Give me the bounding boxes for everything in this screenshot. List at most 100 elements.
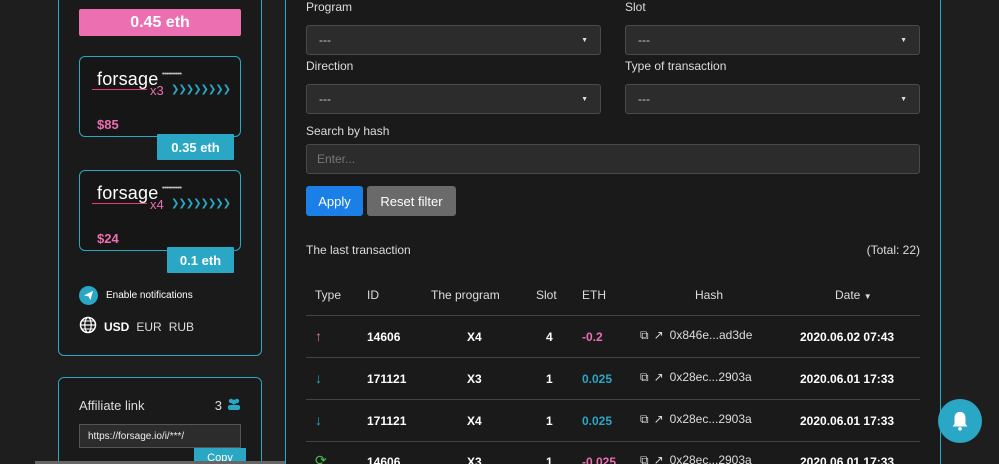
telegram-icon xyxy=(79,286,98,305)
program-multiplier: x4 xyxy=(150,197,164,212)
type-select[interactable]: --- ▼ xyxy=(625,84,920,114)
direction-down-icon: ↓ xyxy=(315,412,322,428)
currency-usd[interactable]: USD xyxy=(104,320,129,334)
bell-icon xyxy=(952,411,968,431)
row-date: 2020.06.02 07:43 xyxy=(800,330,895,344)
enable-notifications[interactable]: Enable notifications xyxy=(79,286,193,305)
notifications-label: Enable notifications xyxy=(106,290,193,301)
row-date: 2020.06.01 17:33 xyxy=(800,455,895,464)
row-hash-value[interactable]: 0x846e...ad3de xyxy=(670,328,753,342)
row-slot: 1 xyxy=(546,455,553,464)
direction-select[interactable]: --- ▼ xyxy=(306,84,601,114)
col-slot: Slot xyxy=(536,288,557,302)
col-eth: ETH xyxy=(582,288,606,302)
program-price: $85 xyxy=(97,117,119,132)
caret-down-icon: ▼ xyxy=(581,95,588,103)
program-select[interactable]: --- ▼ xyxy=(306,25,601,55)
row-hash-value[interactable]: 0x28ec...2903a xyxy=(670,453,752,464)
row-slot: 4 xyxy=(546,330,553,344)
copy-icon[interactable]: ⧉ xyxy=(640,453,649,464)
copy-icon[interactable]: ⧉ xyxy=(640,370,649,385)
direction-cycle-icon: ⟳ xyxy=(315,452,327,464)
total-eth-badge: 0.45 eth xyxy=(79,9,241,36)
total-count: (Total: 22) xyxy=(866,243,920,257)
row-hash-value[interactable]: 0x28ec...2903a xyxy=(670,412,752,426)
affiliate-count: 3 xyxy=(215,397,241,414)
external-link-icon[interactable]: ↗ xyxy=(654,453,664,464)
logo-underline xyxy=(92,89,147,90)
row-eth: 0.025 xyxy=(582,372,613,386)
row-date: 2020.06.01 17:33 xyxy=(800,414,895,428)
row-id: 14606 xyxy=(367,330,401,344)
row-date: 2020.06.01 17:33 xyxy=(800,372,895,386)
copy-icon[interactable]: ⧉ xyxy=(640,328,649,343)
row-slot: 1 xyxy=(546,414,553,428)
direction-down-icon: ↓ xyxy=(315,370,322,386)
direction-filter-label: Direction xyxy=(306,59,354,73)
row-id: 171121 xyxy=(367,414,407,428)
program-select-value: --- xyxy=(319,33,331,47)
affiliate-title: Affiliate link xyxy=(79,398,145,413)
globe-icon xyxy=(79,316,97,337)
copy-icon[interactable]: ⧉ xyxy=(640,412,649,427)
row-hash: ⧉ ↗ 0x28ec...2903a xyxy=(640,370,752,385)
external-link-icon[interactable]: ↗ xyxy=(654,370,664,385)
row-eth: -0.2 xyxy=(582,330,603,344)
currency-switcher: USD EUR RUB xyxy=(79,316,194,337)
program-eth-badge: 0.1 eth xyxy=(167,247,234,273)
col-date-label: Date xyxy=(835,288,861,302)
row-program: X3 xyxy=(467,455,482,464)
row-hash: ⧉ ↗ 0x28ec...2903a xyxy=(640,412,752,427)
sort-down-icon: ▼ xyxy=(863,292,872,301)
arrows-icon: ❯❯❯❯❯❯❯❯ xyxy=(171,198,231,209)
col-id: ID xyxy=(367,288,379,302)
slot-select-value: --- xyxy=(638,33,650,47)
row-hash-value[interactable]: 0x28ec...2903a xyxy=(670,370,752,384)
row-id: 171121 xyxy=(367,372,407,386)
direction-select-value: --- xyxy=(319,92,331,106)
logo-dots: •••••••••• xyxy=(162,71,182,78)
table-title: The last transaction xyxy=(306,243,411,257)
logo-dots: •••••••••• xyxy=(162,185,182,192)
row-id: 14606 xyxy=(367,455,401,464)
currency-eur[interactable]: EUR xyxy=(136,320,161,334)
hash-search-input[interactable]: Enter... xyxy=(306,144,920,174)
col-hash: Hash xyxy=(695,288,724,302)
direction-up-icon: ↑ xyxy=(315,328,322,344)
apply-button[interactable]: Apply xyxy=(306,186,363,216)
slot-filter-label: Slot xyxy=(625,0,646,14)
program-card-x3[interactable]: forsage •••••••••• x3 ❯❯❯❯❯❯❯❯ $85 xyxy=(79,56,241,137)
col-type: Type xyxy=(315,288,342,302)
slot-select[interactable]: --- ▼ xyxy=(625,25,920,55)
affiliate-link-field[interactable]: https://forsage.io/i/***/ xyxy=(79,424,241,448)
row-hash: ⧉ ↗ 0x846e...ad3de xyxy=(640,328,752,343)
row-hash: ⧉ ↗ 0x28ec...2903a xyxy=(640,453,752,464)
row-eth: -0.025 xyxy=(582,455,617,464)
hash-search-label: Search by hash xyxy=(306,124,390,138)
program-card-x4[interactable]: forsage •••••••••• x4 ❯❯❯❯❯❯❯❯ $24 xyxy=(79,170,241,251)
row-program: X3 xyxy=(467,372,482,386)
divider xyxy=(306,357,920,358)
external-link-icon[interactable]: ↗ xyxy=(654,328,664,343)
row-slot: 1 xyxy=(546,372,553,386)
program-multiplier: x3 xyxy=(150,83,164,98)
type-filter-label: Type of transaction xyxy=(625,59,727,73)
col-program: The program xyxy=(431,288,500,302)
affiliate-count-value: 3 xyxy=(214,398,222,413)
notifications-bell-button[interactable] xyxy=(938,399,982,443)
program-eth-badge: 0.35 eth xyxy=(157,134,234,160)
currency-rub[interactable]: RUB xyxy=(169,320,194,334)
affiliate-panel: Affiliate link 3 https://forsage.io/i/**… xyxy=(58,377,262,464)
external-link-icon[interactable]: ↗ xyxy=(654,412,664,427)
program-price: $24 xyxy=(97,231,119,246)
reset-filter-button[interactable]: Reset filter xyxy=(367,186,456,216)
divider xyxy=(306,441,920,442)
col-date[interactable]: Date ▼ xyxy=(835,288,872,302)
users-icon xyxy=(227,397,241,414)
divider xyxy=(306,315,920,316)
row-program: X4 xyxy=(467,330,482,344)
caret-down-icon: ▼ xyxy=(581,36,588,44)
arrows-icon: ❯❯❯❯❯❯❯❯ xyxy=(171,84,231,95)
transactions-panel xyxy=(285,0,941,464)
row-eth: 0.025 xyxy=(582,414,613,428)
